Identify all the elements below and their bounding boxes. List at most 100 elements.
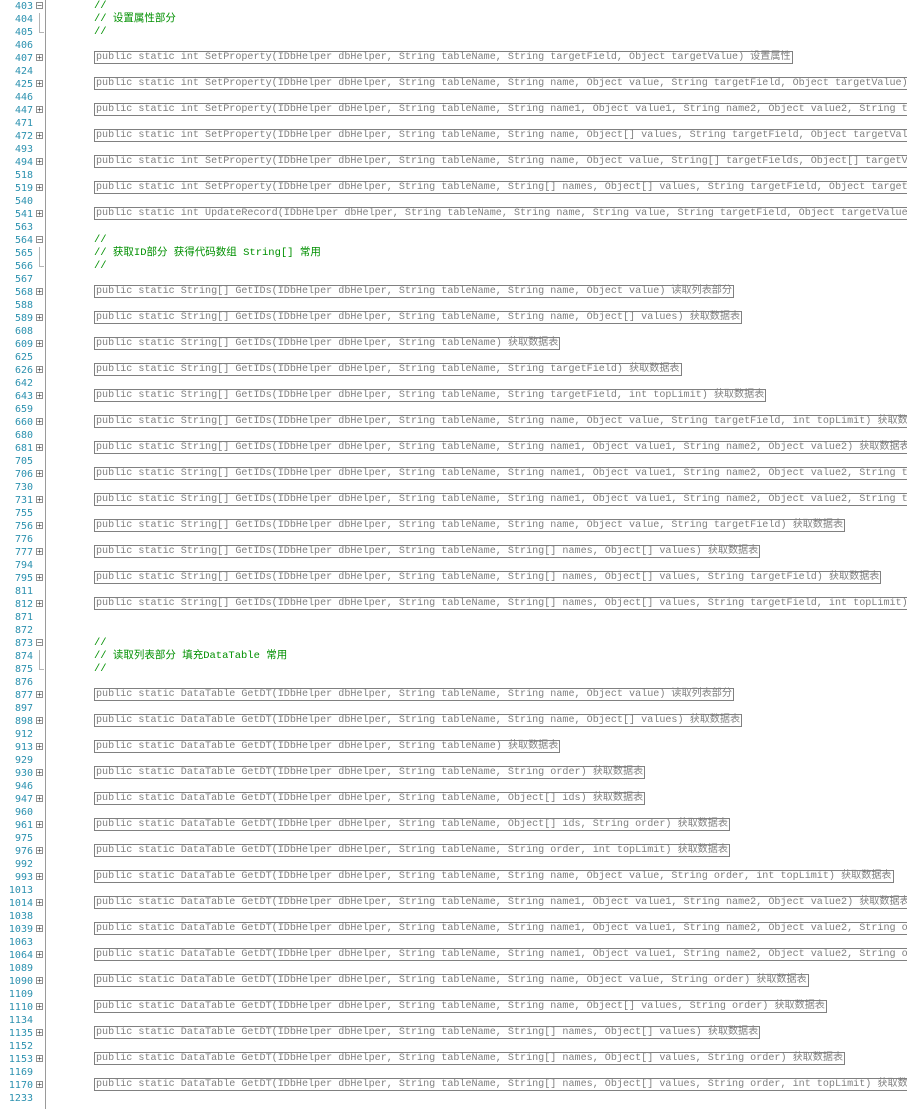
- collapsed-method-block[interactable]: public static String[] GetIDs(IDbHelper …: [94, 571, 882, 584]
- code-line: 777 + public static String[] GetIDs(IDbHel…: [0, 545, 907, 559]
- collapse-region-icon[interactable]: −: [36, 236, 43, 244]
- line-number: 566: [14, 261, 33, 272]
- expand-region-icon[interactable]: +: [36, 977, 43, 985]
- line-number: 564: [14, 235, 33, 246]
- expand-region-icon[interactable]: +: [36, 366, 43, 374]
- expand-region-icon[interactable]: +: [36, 821, 43, 829]
- line-number: 756: [14, 521, 33, 532]
- collapsed-method-block[interactable]: public static DataTable GetDT(IDbHelper …: [94, 714, 743, 727]
- collapsed-method-block[interactable]: public static DataTable GetDT(IDbHelper …: [94, 844, 730, 857]
- code-line: 993 + public static DataTable GetDT(IDbHel…: [0, 870, 907, 884]
- collapsed-method-block[interactable]: public static DataTable GetDT(IDbHelper …: [94, 870, 894, 883]
- code-line: 976 + public static DataTable GetDT(IDbHel…: [0, 844, 907, 858]
- expand-region-icon[interactable]: +: [36, 717, 43, 725]
- collapsed-method-block[interactable]: public static DataTable GetDT(IDbHelper …: [94, 1078, 907, 1091]
- collapse-region-icon[interactable]: −: [36, 639, 43, 647]
- expand-region-icon[interactable]: +: [36, 1003, 43, 1011]
- expand-region-icon[interactable]: +: [36, 1029, 43, 1037]
- line-number: 424: [14, 66, 33, 77]
- collapsed-method-block[interactable]: public static String[] GetIDs(IDbHelper …: [94, 545, 761, 558]
- expand-region-icon[interactable]: +: [36, 418, 43, 426]
- collapsed-method-block[interactable]: public static String[] GetIDs(IDbHelper …: [94, 493, 907, 506]
- expand-region-icon[interactable]: +: [36, 769, 43, 777]
- collapsed-method-block[interactable]: public static int SetProperty(IDbHelper …: [94, 155, 907, 168]
- collapsed-method-block[interactable]: public static String[] GetIDs(IDbHelper …: [94, 363, 682, 376]
- expand-region-icon[interactable]: +: [36, 80, 43, 88]
- expand-region-icon[interactable]: +: [36, 925, 43, 933]
- expand-region-icon[interactable]: +: [36, 158, 43, 166]
- collapsed-method-block[interactable]: public static DataTable GetDT(IDbHelper …: [94, 1026, 761, 1039]
- code-line: 403− //: [0, 0, 907, 13]
- collapsed-method-block[interactable]: public static String[] GetIDs(IDbHelper …: [94, 519, 846, 532]
- code-comment: //: [94, 637, 107, 649]
- expand-region-icon[interactable]: +: [36, 54, 43, 62]
- fold-guide-line: [39, 247, 40, 260]
- expand-region-icon[interactable]: +: [36, 691, 43, 699]
- line-number: 608: [14, 326, 33, 337]
- collapsed-method-block[interactable]: public static DataTable GetDT(IDbHelper …: [94, 740, 561, 753]
- line-number: 1110: [8, 1002, 33, 1013]
- collapsed-method-block[interactable]: public static DataTable GetDT(IDbHelper …: [94, 1000, 827, 1013]
- code-line: 1110 + public static DataTable GetDT(IDbHe…: [0, 1000, 907, 1014]
- collapsed-method-block[interactable]: public static DataTable GetDT(IDbHelper …: [94, 974, 809, 987]
- expand-region-icon[interactable]: +: [36, 1081, 43, 1089]
- collapsed-method-block[interactable]: public static String[] GetIDs(IDbHelper …: [94, 597, 907, 610]
- line-number: 642: [14, 378, 33, 389]
- collapsed-method-block[interactable]: public static int SetProperty(IDbHelper …: [94, 181, 907, 194]
- collapsed-method-block[interactable]: public static int UpdateRecord(IDbHelper…: [94, 207, 907, 220]
- line-number: 680: [14, 430, 33, 441]
- expand-region-icon[interactable]: +: [36, 847, 43, 855]
- collapsed-method-block[interactable]: public static DataTable GetDT(IDbHelper …: [94, 1052, 846, 1065]
- expand-region-icon[interactable]: +: [36, 873, 43, 881]
- collapsed-method-block[interactable]: public static DataTable GetDT(IDbHelper …: [94, 896, 907, 909]
- code-editor[interactable]: 403−//404// 设置属性部分 405//406 407 + public sta…: [0, 0, 907, 1109]
- expand-region-icon[interactable]: +: [36, 496, 43, 504]
- expand-region-icon[interactable]: +: [36, 314, 43, 322]
- line-number: 609: [14, 339, 33, 350]
- collapsed-method-block[interactable]: public static String[] GetIDs(IDbHelper …: [94, 389, 767, 402]
- expand-region-icon[interactable]: +: [36, 1055, 43, 1063]
- collapsed-method-block[interactable]: public static String[] GetIDs(IDbHelper …: [94, 285, 734, 298]
- expand-region-icon[interactable]: +: [36, 600, 43, 608]
- expand-region-icon[interactable]: +: [36, 743, 43, 751]
- expand-region-icon[interactable]: +: [36, 574, 43, 582]
- expand-region-icon[interactable]: +: [36, 132, 43, 140]
- expand-region-icon[interactable]: +: [36, 392, 43, 400]
- collapsed-method-block[interactable]: public static DataTable GetDT(IDbHelper …: [94, 948, 907, 961]
- expand-region-icon[interactable]: +: [36, 184, 43, 192]
- collapsed-method-block[interactable]: public static String[] GetIDs(IDbHelper …: [94, 415, 907, 428]
- collapsed-method-block[interactable]: public static int SetProperty(IDbHelper …: [94, 129, 907, 142]
- collapsed-method-block[interactable]: public static String[] GetIDs(IDbHelper …: [94, 311, 743, 324]
- collapsed-method-block[interactable]: public static DataTable GetDT(IDbHelper …: [94, 818, 730, 831]
- line-number: 407: [14, 53, 33, 64]
- line-number: 875: [14, 664, 33, 675]
- collapsed-method-block[interactable]: public static DataTable GetDT(IDbHelper …: [94, 792, 646, 805]
- code-line: 472 + public static int SetProperty(IDbHel…: [0, 129, 907, 143]
- collapsed-method-block[interactable]: public static DataTable GetDT(IDbHelper …: [94, 766, 646, 779]
- collapsed-method-block[interactable]: public static int SetProperty(IDbHelper …: [94, 103, 907, 116]
- line-number: 1153: [8, 1054, 33, 1065]
- expand-region-icon[interactable]: +: [36, 470, 43, 478]
- expand-region-icon[interactable]: +: [36, 340, 43, 348]
- collapsed-method-block[interactable]: public static int SetProperty(IDbHelper …: [94, 51, 793, 64]
- expand-region-icon[interactable]: +: [36, 210, 43, 218]
- line-number: 897: [14, 703, 33, 714]
- collapsed-method-block[interactable]: public static DataTable GetDT(IDbHelper …: [94, 922, 907, 935]
- expand-region-icon[interactable]: +: [36, 288, 43, 296]
- expand-region-icon[interactable]: +: [36, 899, 43, 907]
- collapsed-method-block[interactable]: public static String[] GetIDs(IDbHelper …: [94, 441, 907, 454]
- collapsed-method-block[interactable]: public static String[] GetIDs(IDbHelper …: [94, 467, 907, 480]
- code-line: 874 // 读取列表部分 填充DataTable 常用: [0, 650, 907, 663]
- code-line: 564− //: [0, 234, 907, 247]
- collapsed-method-block[interactable]: public static int SetProperty(IDbHelper …: [94, 77, 907, 90]
- expand-region-icon[interactable]: +: [36, 548, 43, 556]
- expand-region-icon[interactable]: +: [36, 444, 43, 452]
- line-number: 976: [14, 846, 33, 857]
- collapsed-method-block[interactable]: public static String[] GetIDs(IDbHelper …: [94, 337, 561, 350]
- collapsed-method-block[interactable]: public static DataTable GetDT(IDbHelper …: [94, 688, 734, 701]
- expand-region-icon[interactable]: +: [36, 795, 43, 803]
- expand-region-icon[interactable]: +: [36, 522, 43, 530]
- expand-region-icon[interactable]: +: [36, 951, 43, 959]
- expand-region-icon[interactable]: +: [36, 106, 43, 114]
- collapse-region-icon[interactable]: −: [36, 2, 43, 10]
